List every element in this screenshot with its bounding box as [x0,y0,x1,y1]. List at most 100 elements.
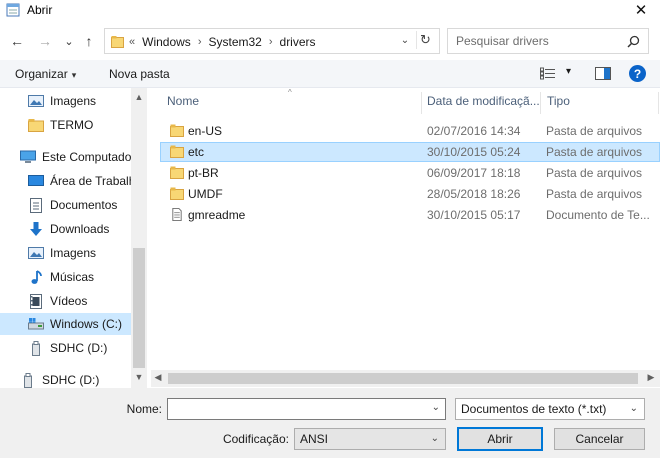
scrollbar-thumb[interactable] [133,248,145,368]
sidebar-item-imagens[interactable]: Imagens [0,242,131,264]
organize-button[interactable]: Organizar ▾ [15,67,76,81]
forward-button[interactable]: → [36,32,54,50]
downloads-icon [28,221,44,237]
file-type: Documento de Te... [546,208,650,222]
sidebar-item-label: Downloads [50,222,110,236]
view-options-icon[interactable] [540,67,556,80]
sidebar-item-label: Este Computador [42,150,131,164]
music-icon [28,269,44,285]
sidebar-item-termo[interactable]: TERMO [0,114,131,136]
breadcrumb-separator[interactable]: › [269,36,273,48]
cancel-button[interactable]: Cancelar [554,428,645,450]
sidebar-item-imagens[interactable]: Imagens [0,90,131,112]
file-type: Pasta de arquivos [546,166,643,180]
sidebar-item-windows-c[interactable]: Windows (C:) [0,313,131,335]
column-divider[interactable] [421,92,422,114]
column-divider[interactable] [658,92,659,114]
search-input[interactable] [456,33,616,49]
sidebar-item-label: Documentos [50,198,118,212]
title-bar: Abrir ✕ [0,0,660,22]
text-file-icon [172,208,182,221]
file-date: 06/09/2017 18:18 [427,166,521,180]
scroll-down-button[interactable]: ▼ [131,372,147,386]
breadcrumb-overflow[interactable]: « [129,36,135,48]
address-bar[interactable]: « Windows › System32 › drivers [104,28,440,54]
breadcrumb-item-drivers[interactable]: drivers [280,35,316,49]
navigation-pane: Imagens TERMO Este Computador Área de Tr… [0,88,147,388]
search-box[interactable] [447,28,649,54]
file-list-horizontal-scrollbar[interactable]: ◀ ▶ [151,370,660,387]
column-header-type[interactable]: Tipo [547,94,570,112]
file-type: Pasta de arquivos [546,145,643,159]
open-button[interactable]: Abrir [457,427,543,451]
file-name-combobox[interactable]: ⌄ [167,398,446,420]
scroll-left-button[interactable]: ◀ [151,372,165,385]
scrollbar-thumb[interactable] [168,373,638,384]
videos-icon [28,293,44,309]
pictures-icon [28,93,44,109]
sidebar-item-sdhc-d-root[interactable]: SDHC (D:) [0,369,131,388]
sidebar-item-label: Windows (C:) [50,317,123,331]
file-name-input[interactable] [172,401,422,417]
refresh-button[interactable]: ↻ [416,31,434,49]
file-row-pt-br[interactable]: pt-BR 06/09/2017 18:18 Pasta de arquivos [160,163,660,183]
close-button[interactable]: ✕ [628,0,654,20]
file-date: 30/10/2015 05:17 [427,208,521,222]
navigation-pane-scrollbar[interactable]: ▲ ▼ [131,88,147,388]
address-dropdown-button[interactable]: ⌄ [398,32,412,48]
sidebar-item-downloads[interactable]: Downloads [0,218,131,240]
file-row-gmreadme[interactable]: gmreadme 30/10/2015 05:17 Documento de T… [160,205,660,225]
column-divider[interactable] [540,92,541,114]
sidebar-item-este-computador[interactable]: Este Computador [0,146,131,168]
file-name: gmreadme [188,208,246,222]
breadcrumb-item-system32[interactable]: System32 [208,35,261,49]
file-list: ^ Nome Data de modificaçã... Tipo en-US … [151,88,660,368]
sidebar-item-documentos[interactable]: Documentos [0,194,131,216]
new-folder-button[interactable]: Nova pasta [109,67,170,81]
sidebar-item-label: Área de Trabalh [50,174,131,188]
chevron-down-icon[interactable]: ⌄ [432,402,440,413]
window-title: Abrir [27,3,53,17]
folder-icon [28,117,44,133]
file-type-value: Documentos de texto (*.txt) [461,402,607,416]
sidebar-item-musicas[interactable]: Músicas [0,266,131,288]
file-name: etc [188,145,205,159]
back-button[interactable]: ← [8,32,26,50]
scroll-right-button[interactable]: ▶ [644,372,658,385]
encoding-select[interactable]: ANSI ⌄ [294,428,446,450]
column-header-date[interactable]: Data de modificaçã... [427,94,540,112]
help-icon[interactable]: ? [629,65,646,82]
breadcrumb-item-windows[interactable]: Windows [142,35,191,49]
sidebar-item-label: SDHC (D:) [50,341,108,355]
column-header-name[interactable]: Nome [167,94,199,112]
sidebar-item-label: Músicas [50,270,95,284]
breadcrumb: « Windows › System32 › drivers [129,35,316,49]
documents-icon [28,197,44,213]
sidebar-item-videos[interactable]: Vídeos [0,290,131,312]
chevron-down-icon: ⌄ [430,433,439,444]
file-type-select[interactable]: Documentos de texto (*.txt) ⌄ [455,398,645,420]
breadcrumb-separator[interactable]: › [198,36,202,48]
encoding-value: ANSI [300,432,329,446]
folder-icon [170,145,184,158]
usb-drive-icon [28,340,44,356]
computer-icon [20,149,36,165]
encoding-label: Codificação: [222,432,289,446]
file-date: 30/10/2015 05:24 [427,145,521,159]
command-toolbar: Organizar ▾ Nova pasta ▾ [0,60,660,88]
sidebar-item-area-de-trabalho[interactable]: Área de Trabalh [0,170,131,192]
file-row-en-us[interactable]: en-US 02/07/2016 14:34 Pasta de arquivos [160,121,660,141]
recent-locations-button[interactable]: ⌄ [60,32,78,50]
sidebar-item-label: Vídeos [50,294,88,308]
view-menu-caret[interactable]: ▾ [566,66,571,77]
sidebar-item-label: TERMO [50,118,94,132]
up-button[interactable]: ↑ [80,32,98,50]
sidebar-item-sdhc-d[interactable]: SDHC (D:) [0,337,131,359]
chevron-down-icon: ⌄ [629,403,638,414]
scroll-up-button[interactable]: ▲ [131,92,147,106]
file-row-umdf[interactable]: UMDF 28/05/2018 18:26 Pasta de arquivos [160,184,660,204]
file-row-etc[interactable]: etc 30/10/2015 05:24 Pasta de arquivos [160,142,660,162]
search-icon[interactable] [627,35,640,48]
preview-pane-icon[interactable] [595,67,611,80]
sidebar-item-label: SDHC (D:) [42,373,100,387]
